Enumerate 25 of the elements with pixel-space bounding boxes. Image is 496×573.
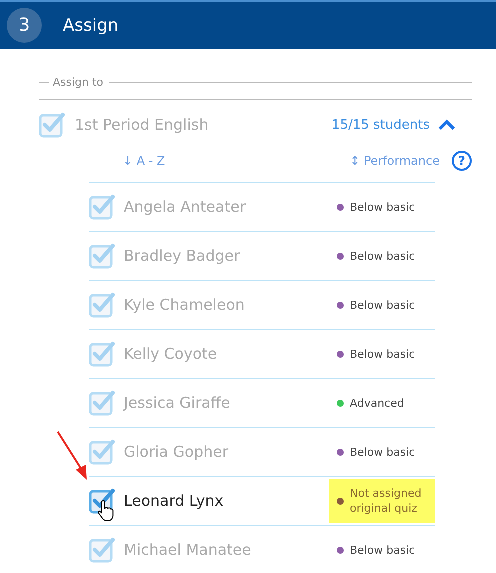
status-label: Below basic <box>350 444 416 460</box>
help-button[interactable]: ? <box>452 151 472 171</box>
student-name: Bradley Badger <box>124 247 240 265</box>
status-label: Below basic <box>350 248 416 264</box>
status-label: Advanced <box>350 396 404 410</box>
student-name: Jessica Giraffe <box>124 394 230 412</box>
section-label: Assign to <box>53 76 104 88</box>
annotation-arrow <box>56 430 90 482</box>
student-name: Leonard Lynx <box>124 492 224 510</box>
status-label: Below basic <box>350 200 416 214</box>
student-name: Angela Anteater <box>124 198 246 216</box>
status-label: Not assigned original quiz <box>350 486 423 516</box>
student-name: Kyle Chameleon <box>124 296 245 314</box>
sort-alpha-link[interactable]: ↓ A - Z <box>123 154 166 168</box>
step-number: 3 <box>7 8 42 43</box>
student-name: Kelly Coyote <box>124 345 218 363</box>
section-title: Assign <box>63 16 119 36</box>
student-count: 15/15 students <box>332 118 430 132</box>
status-label: Below basic <box>350 542 416 558</box>
status-label: Below basic <box>350 346 416 362</box>
student-name: Gloria Gopher <box>124 443 228 461</box>
hand-cursor-icon <box>97 500 114 522</box>
status-label: Below basic <box>350 298 416 312</box>
student-name: Michael Manatee <box>124 541 252 559</box>
sort-performance-link[interactable]: ↕ Performance <box>350 154 440 168</box>
